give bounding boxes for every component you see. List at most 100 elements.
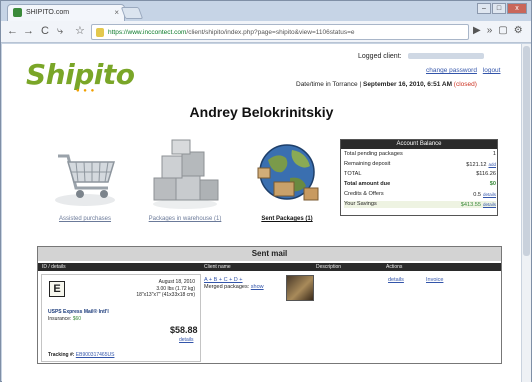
client-name: Andrey Belokrinitskiy (189, 104, 334, 120)
balance-value: $413.55 details (461, 201, 496, 209)
account-balance-panel: Account Balance Total pending packages 1… (340, 139, 498, 216)
favicon-icon (13, 8, 22, 17)
menu-icon[interactable]: » (487, 25, 493, 36)
minimize-button[interactable]: – (477, 3, 491, 14)
column-header: Actions (386, 264, 403, 270)
forward-arrow-icon[interactable]: → (23, 25, 34, 38)
reload-icon[interactable]: C (41, 25, 49, 38)
sent-mail-title: Sent mail (38, 247, 501, 261)
sent-mail-header: ID / details Client name Description Act… (38, 263, 501, 271)
logged-label: Logged client: (358, 53, 402, 60)
maximize-button[interactable]: □ (492, 3, 506, 14)
balance-row: Remaining deposit $121.12 add (344, 161, 496, 168)
close-window-button[interactable]: x (507, 3, 527, 14)
details-action-link[interactable]: details (388, 277, 404, 283)
page-icon[interactable]: ▢ (498, 25, 507, 36)
credits-details-link[interactable]: details (483, 192, 496, 197)
back-arrow-icon[interactable]: ← (7, 25, 18, 38)
package-dimensions: 18"x13"x7" (41x33x18 cm) (136, 292, 195, 298)
browser-toolbar: ← → C ⤷ ☆ https://www.inccontect.com/cli… (1, 21, 531, 43)
url-host: https://www.inccontect.com (108, 29, 187, 36)
balance-row: Total amount due $0 (344, 181, 496, 188)
wrench-icon[interactable]: ⚙ (514, 25, 523, 36)
balance-amount: $413.55 (460, 202, 481, 208)
balance-label: Total pending packages (344, 151, 403, 157)
balance-amount: $0 (489, 181, 496, 187)
datetime-label: Date/time in Torrance (296, 81, 358, 88)
balance-amount: 0.5 (473, 192, 481, 198)
tracking-link[interactable]: EB900317465US (76, 352, 115, 358)
balance-row: Total pending packages 1 (344, 151, 496, 158)
balance-label: Total amount due (344, 181, 391, 187)
datetime-value: September 16, 2010, 6:51 AM (362, 81, 452, 88)
tab-title: SHIPITO.com (26, 9, 70, 16)
column-header: ID / details (42, 264, 66, 270)
balance-label: Credits & Offers (344, 191, 384, 197)
package-info: August 18, 2010 3.00 lbs (1.72 kg) 18"x1… (136, 279, 195, 299)
play-icon[interactable]: ▶ (473, 25, 481, 36)
balance-amount: $116.26 (476, 171, 496, 177)
globe-icon (257, 144, 319, 201)
balance-value: 0.5 details (473, 191, 496, 199)
insurance-label: Insurance: (48, 315, 72, 322)
column-header: Client name (204, 264, 231, 270)
balance-label: Your Savings (344, 201, 377, 207)
browser-tab[interactable]: SHIPITO.com × (7, 4, 125, 21)
merged-packages-label: Merged packages: (204, 283, 250, 290)
balance-value: 1 (493, 151, 496, 158)
window-controls: – □ x (477, 3, 527, 14)
change-password-link[interactable]: change password (426, 67, 477, 74)
logo-text: Shipito (26, 58, 135, 91)
shipito-logo[interactable]: Shipito (26, 58, 135, 91)
savings-details-link[interactable]: details (483, 202, 496, 207)
tracking-label: Tracking #: (48, 352, 75, 358)
account-balance-title: Account Balance (341, 140, 497, 149)
tab-bar: SHIPITO.com × – □ x (1, 1, 531, 21)
boxes-icon (153, 139, 219, 209)
invoice-action-link[interactable]: Invoice (426, 277, 443, 283)
browser-window: SHIPITO.com × – □ x ← → C ⤷ ☆ https://ww… (0, 0, 532, 382)
merged-packages-show-link[interactable]: show (251, 284, 264, 290)
balance-amount: $121.12 (466, 162, 487, 168)
package-photo[interactable] (286, 275, 314, 301)
balance-label: TOTAL (344, 171, 362, 177)
logout-link[interactable]: logout (483, 67, 501, 74)
office-status: (closed) (453, 81, 477, 88)
price-details-link[interactable]: details (179, 337, 193, 343)
page-content: Shipito ● ● ● Logged client: change pass… (2, 44, 521, 382)
sent-mail-panel: Sent mail ID / details Client name Descr… (37, 246, 502, 364)
new-tab-button[interactable] (120, 7, 144, 19)
cart-icon (55, 154, 116, 206)
bookmark-star-icon[interactable]: ☆ (75, 25, 85, 38)
package-card: E August 18, 2010 3.00 lbs (1.72 kg) 18"… (41, 274, 201, 362)
datetime: Date/time in Torrance | September 16, 20… (296, 81, 477, 88)
lock-icon (96, 28, 104, 37)
history-icon[interactable]: ⤷ (57, 25, 63, 38)
packages-warehouse-tile[interactable]: Packages in warehouse (1) (148, 138, 222, 222)
column-header: Description (316, 264, 342, 270)
address-bar[interactable]: https://www.inccontect.com/client/shipit… (91, 24, 469, 40)
vertical-scrollbar[interactable] (521, 44, 531, 382)
assisted-purchases-link[interactable]: Assisted purchases (38, 216, 132, 222)
balance-value: $0 (490, 181, 496, 188)
sent-packages-tile[interactable]: Sent Packages (1) (250, 138, 324, 222)
insurance-value: $60 (72, 315, 82, 322)
url-path: /client/shipito/index.php?page=shipito&v… (186, 29, 355, 36)
assisted-purchases-tile[interactable]: Assisted purchases (48, 138, 122, 222)
scrollbar-thumb[interactable] (523, 46, 530, 256)
sent-packages-link[interactable]: Sent Packages (1) (240, 216, 334, 222)
close-tab-icon[interactable]: × (114, 8, 119, 17)
package-letter: E (49, 281, 65, 297)
toolbar-icons: ▶ » ▢ ⚙ (473, 25, 523, 36)
shipping-info: USPS Express Mail® Intl'l Insurance: $60 (48, 309, 109, 322)
add-deposit-link[interactable]: add (488, 162, 496, 167)
balance-row: TOTAL $116.26 (344, 171, 496, 178)
logo-dots: ● ● ● (76, 88, 96, 94)
client-email-redacted (407, 53, 484, 60)
balance-value: $116.26 (476, 171, 496, 178)
shipping-price: $58.88 (170, 325, 198, 335)
receiver-info: A + B + C + D + Merged packages: show (204, 277, 264, 290)
balance-amount: 1 (492, 151, 496, 157)
packages-warehouse-link[interactable]: Packages in warehouse (1) (138, 216, 232, 222)
account-links: change password logout (422, 67, 500, 74)
